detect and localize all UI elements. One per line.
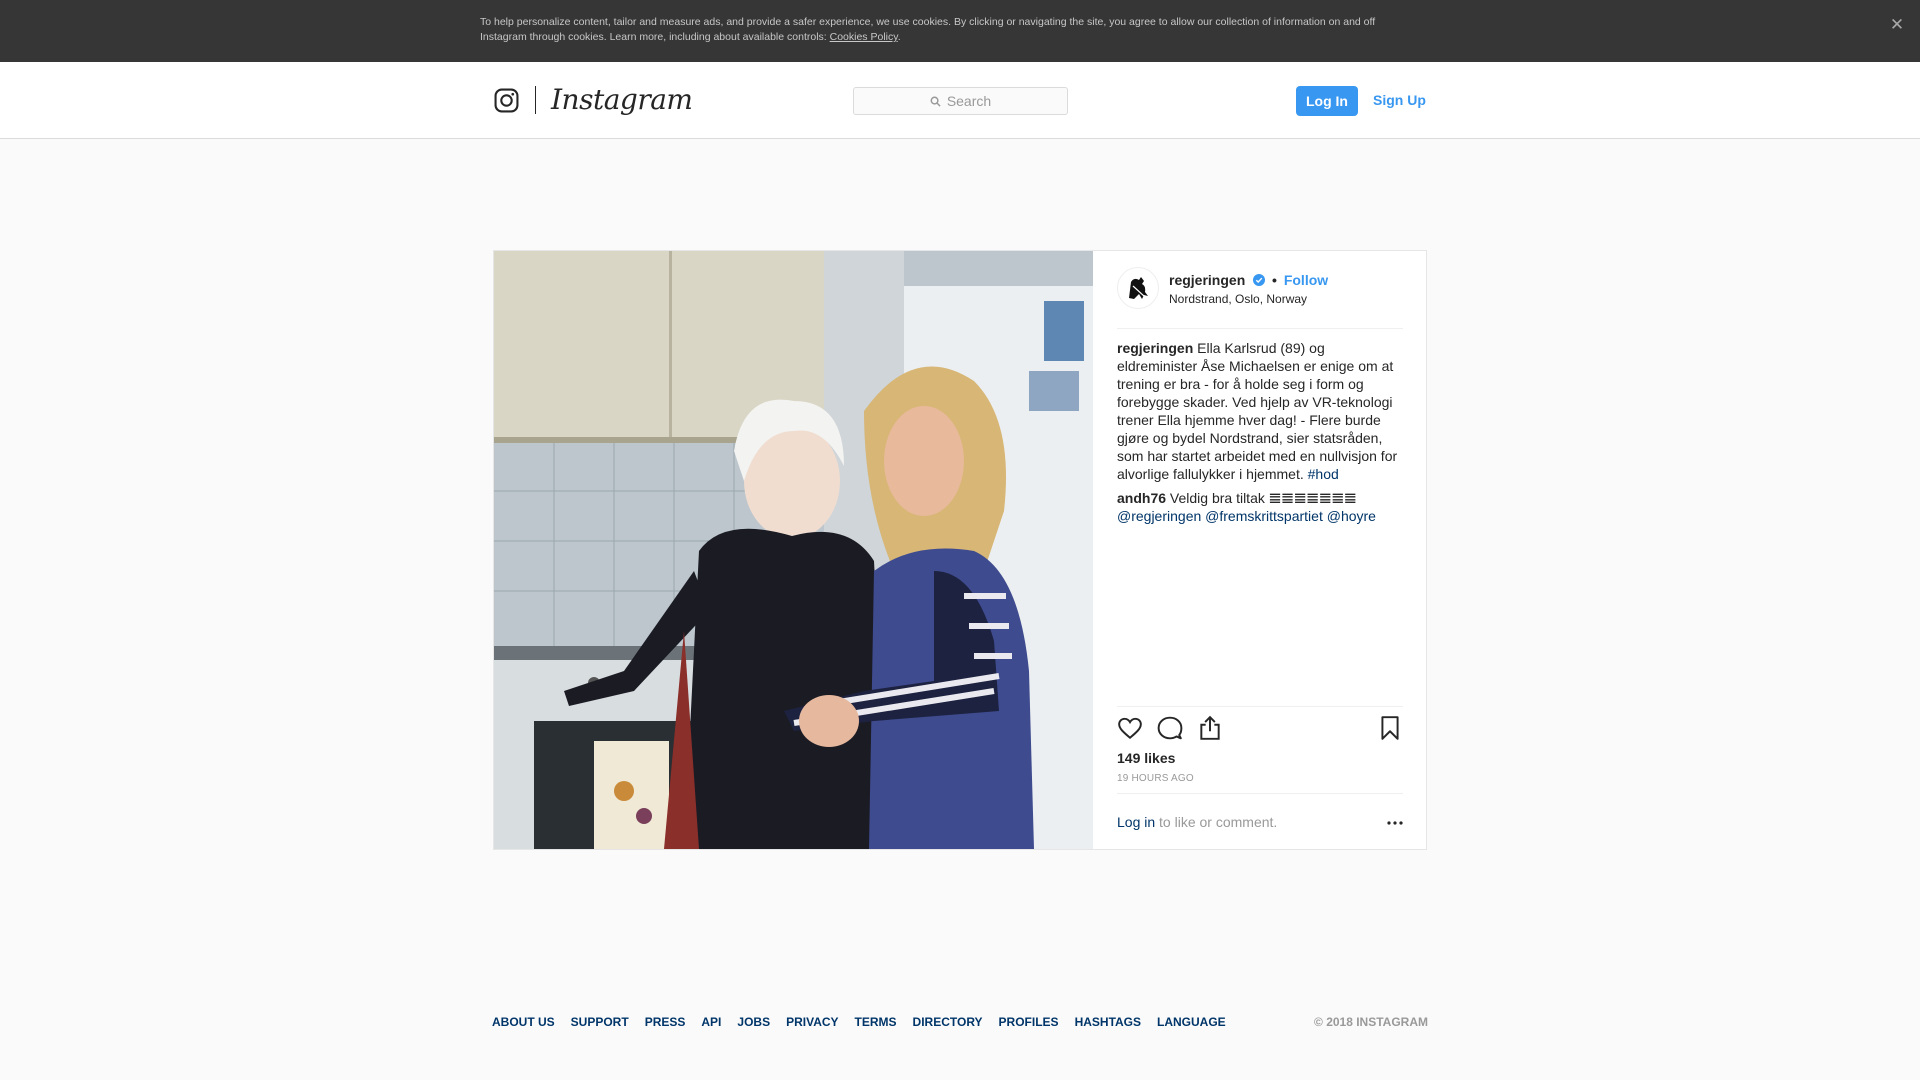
post-photo-illustration	[494, 251, 1093, 849]
mention-link[interactable]: @regjeringen	[1117, 508, 1201, 524]
login-to-comment: Log in to like or comment.	[1117, 793, 1403, 849]
camera-icon[interactable]	[494, 88, 519, 113]
instagram-wordmark[interactable]: Instagram	[551, 80, 693, 120]
footer: ABOUT US SUPPORT PRESS API JOBS PRIVACY …	[492, 1014, 1428, 1030]
separator: •	[1272, 272, 1277, 288]
post-timestamp[interactable]: 19 HOURS AGO	[1117, 773, 1194, 785]
comment-icon[interactable]	[1157, 715, 1183, 741]
likes-count[interactable]: 149 likes	[1117, 749, 1175, 767]
comments-list: regjeringen Ella Karlsrud (89) og eldrem…	[1117, 339, 1407, 531]
footer-link-api[interactable]: API	[701, 1014, 721, 1030]
login-suffix: to like or comment.	[1159, 814, 1278, 830]
username-line: regjeringen • Follow	[1169, 271, 1328, 289]
share-icon[interactable]	[1197, 715, 1223, 741]
cookies-policy-link[interactable]: Cookies Policy	[830, 31, 898, 43]
comment-emoji: 𝌆𝌆𝌆𝌆𝌆𝌆𝌆	[1268, 490, 1357, 506]
comment: andh76 Veldig bra tiltak 𝌆𝌆𝌆𝌆𝌆𝌆𝌆 @regjer…	[1117, 489, 1407, 525]
coat-of-arms-icon	[1129, 277, 1148, 299]
post-photo[interactable]	[494, 251, 1093, 849]
cookie-banner: To help personalize content, tailor and …	[0, 0, 1920, 62]
comment-text: Veldig bra tiltak	[1169, 490, 1265, 506]
cookie-text: To help personalize content, tailor and …	[480, 16, 1376, 43]
caption: regjeringen Ella Karlsrud (89) og eldrem…	[1117, 339, 1407, 483]
follow-button[interactable]: Follow	[1284, 272, 1328, 288]
close-icon[interactable]: ✕	[1888, 14, 1906, 36]
search-icon	[930, 96, 941, 107]
verified-icon	[1253, 274, 1266, 286]
search-placeholder: Search	[946, 93, 992, 109]
footer-link-language[interactable]: LANGUAGE	[1157, 1014, 1226, 1030]
mention-link[interactable]: @hoyre	[1327, 508, 1376, 524]
post-sidebar: regjeringen • Follow Nordstrand, Oslo, N…	[1093, 251, 1426, 849]
footer-link-about[interactable]: ABOUT US	[492, 1014, 555, 1030]
post-card: regjeringen • Follow Nordstrand, Oslo, N…	[493, 250, 1427, 850]
mention-link[interactable]: @fremskrittspartiet	[1205, 508, 1323, 524]
signup-link[interactable]: Sign Up	[1373, 91, 1426, 109]
caption-text: Ella Karlsrud (89) og eldreminister Åse …	[1117, 340, 1398, 482]
footer-link-support[interactable]: SUPPORT	[571, 1014, 629, 1030]
nav-divider	[535, 86, 536, 114]
heart-icon[interactable]	[1117, 715, 1143, 741]
footer-link-jobs[interactable]: JOBS	[737, 1014, 770, 1030]
bookmark-icon[interactable]	[1377, 715, 1403, 741]
location-link[interactable]: Nordstrand, Oslo, Norway	[1169, 292, 1307, 307]
avatar[interactable]	[1117, 267, 1159, 309]
footer-link-privacy[interactable]: PRIVACY	[786, 1014, 838, 1030]
footer-links: ABOUT US SUPPORT PRESS API JOBS PRIVACY …	[492, 1014, 1226, 1030]
more-icon[interactable]	[1385, 814, 1405, 832]
cookie-message: To help personalize content, tailor and …	[480, 16, 1376, 43]
login-link[interactable]: Log in	[1117, 814, 1155, 830]
post-header: regjeringen • Follow Nordstrand, Oslo, N…	[1117, 251, 1403, 329]
footer-link-hashtags[interactable]: HASHTAGS	[1075, 1014, 1141, 1030]
copyright: © 2018 INSTAGRAM	[1314, 1015, 1428, 1029]
comment-username[interactable]: andh76	[1117, 490, 1166, 506]
actions-area: 149 likes 19 HOURS AGO Log in to like or…	[1117, 706, 1403, 849]
login-button[interactable]: Log In	[1296, 86, 1358, 116]
footer-link-press[interactable]: PRESS	[645, 1014, 686, 1030]
footer-link-profiles[interactable]: PROFILES	[999, 1014, 1059, 1030]
top-nav: Instagram Search Log In Sign Up	[0, 62, 1920, 139]
search-input[interactable]: Search	[853, 87, 1068, 115]
footer-link-directory[interactable]: DIRECTORY	[913, 1014, 983, 1030]
hashtag-link[interactable]: #hod	[1308, 466, 1339, 482]
post-username[interactable]: regjeringen	[1169, 272, 1245, 288]
caption-username[interactable]: regjeringen	[1117, 340, 1193, 356]
footer-link-terms[interactable]: TERMS	[855, 1014, 897, 1030]
